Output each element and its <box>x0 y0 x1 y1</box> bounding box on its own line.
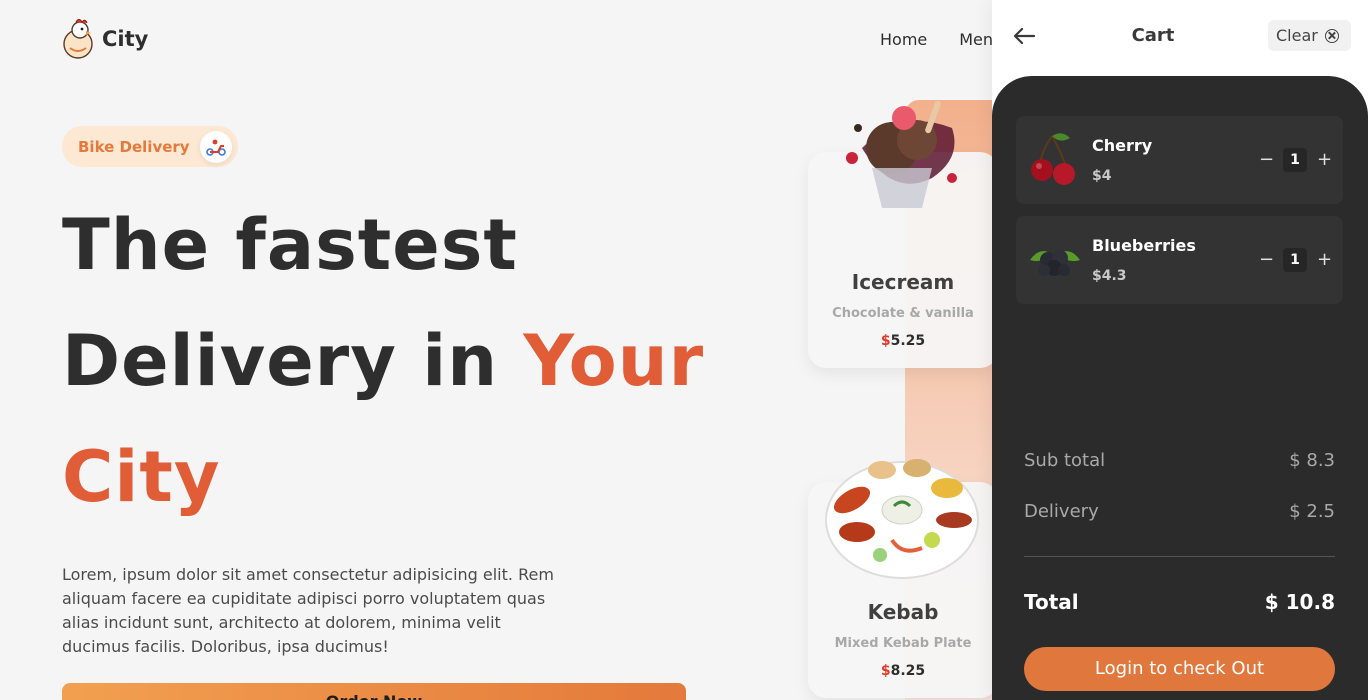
currency-symbol: $ <box>880 333 891 349</box>
card-description: Chocolate & vanilla <box>832 306 974 321</box>
increase-button[interactable]: + <box>1317 149 1332 171</box>
quantity-stepper: − 1 + <box>1259 148 1332 172</box>
menu-card-icecream[interactable]: Icecream Chocolate & vanilla $5.25 <box>808 100 998 368</box>
clear-x-icon <box>1324 28 1339 43</box>
summary-divider <box>1024 556 1335 557</box>
scooter-icon <box>199 130 232 163</box>
price-value: 5.25 <box>890 333 926 349</box>
hero-title-line-2: Delivery in Your <box>62 326 704 396</box>
item-price: $4.3 <box>1092 268 1127 284</box>
hero-title-line-1: The fastest <box>62 204 518 286</box>
cart-item-blueberries: Blueberries $4.3 − 1 + <box>1016 216 1343 304</box>
cart-panel: Cart Clear Cherry $4 − 1 + Blueberries $… <box>992 0 1370 700</box>
cherry-image <box>1031 133 1075 185</box>
total-value: $ 10.8 <box>1264 590 1335 614</box>
quantity-value: 1 <box>1283 148 1307 172</box>
icecream-image <box>846 100 957 208</box>
menu-card-kebab[interactable]: Kebab Mixed Kebab Plate $8.25 <box>808 459 998 698</box>
delivery-row: Delivery $ 2.5 <box>1024 501 1335 522</box>
delivery-value: $ 2.5 <box>1289 501 1335 522</box>
hero-description: Lorem, ipsum dolor sit amet consectetur … <box>62 565 554 656</box>
cart-item-cherry: Cherry $4 − 1 + <box>1016 116 1343 204</box>
subtotal-label: Sub total <box>1024 450 1106 471</box>
item-name: Cherry <box>1092 136 1153 155</box>
total-label: Total <box>1024 590 1079 614</box>
hero-title-accent: Your <box>523 320 705 402</box>
subtotal-value: $ 8.3 <box>1289 450 1335 471</box>
card-price: $8.25 <box>808 663 998 679</box>
badge-label: Bike Delivery <box>78 137 190 156</box>
subtotal-row: Sub total $ 8.3 <box>1024 450 1335 471</box>
clear-label: Clear <box>1276 26 1318 45</box>
card-name: Icecream <box>851 270 955 294</box>
quantity-value: 1 <box>1283 248 1307 272</box>
cart-title: Cart <box>1131 25 1175 46</box>
nav-item-home[interactable]: Home <box>880 30 927 49</box>
order-now-button[interactable]: Order Now <box>62 683 686 700</box>
kebab-plate-image <box>825 459 979 579</box>
item-name: Blueberries <box>1092 236 1196 255</box>
hero-title-plain: Delivery in <box>62 320 524 402</box>
blueberries-image <box>1030 250 1080 276</box>
price-value: 8.25 <box>890 663 926 679</box>
card-name: Kebab <box>867 600 939 624</box>
bike-delivery-badge: Bike Delivery <box>62 126 238 167</box>
brand-logo[interactable]: City <box>60 18 148 60</box>
decrease-button[interactable]: − <box>1259 149 1274 171</box>
hero-title-line-3: City <box>62 436 221 518</box>
quantity-stepper: − 1 + <box>1259 248 1332 272</box>
card-description: Mixed Kebab Plate <box>834 636 972 651</box>
clear-cart-button[interactable]: Clear <box>1268 20 1351 51</box>
card-price: $5.25 <box>808 333 998 349</box>
cart-body: Cherry $4 − 1 + Blueberries $4.3 − 1 + S… <box>992 76 1368 700</box>
item-price: $4 <box>1092 168 1112 184</box>
increase-button[interactable]: + <box>1317 249 1332 271</box>
chicken-logo-icon <box>63 19 93 59</box>
brand-name: City <box>102 27 149 51</box>
total-row: Total $ 10.8 <box>1024 590 1335 614</box>
decrease-button[interactable]: − <box>1259 249 1274 271</box>
cart-header: Cart Clear <box>992 0 1370 76</box>
currency-symbol: $ <box>880 663 891 679</box>
main-nav: Home Menu <box>880 30 1003 49</box>
login-to-checkout-button[interactable]: Login to check Out <box>1024 647 1335 691</box>
delivery-label: Delivery <box>1024 501 1099 522</box>
